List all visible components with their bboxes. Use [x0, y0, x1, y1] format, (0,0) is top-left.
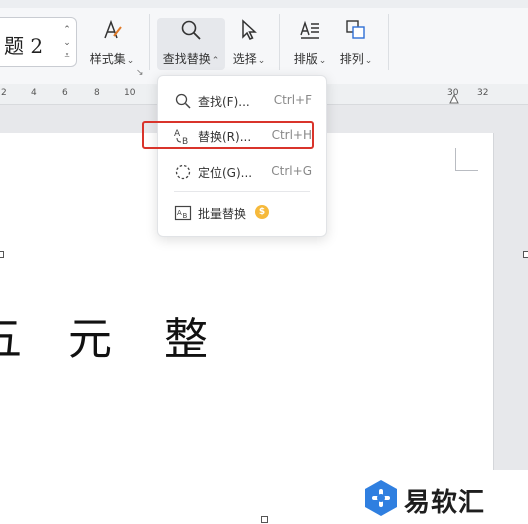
layout-label: 排版: [293, 52, 318, 66]
arrange-icon: [346, 20, 365, 39]
menu-divider: [174, 191, 310, 192]
menu-item-shortcut: Ctrl+G: [271, 164, 312, 178]
arrange-button[interactable]: 排列⌄: [336, 18, 376, 67]
ruler-tick-label: 32: [477, 88, 489, 98]
menu-item-batch-replace[interactable]: A B 批量替换 $: [158, 200, 326, 226]
dialog-launcher-icon[interactable]: ↘: [136, 68, 144, 78]
heading-style-box[interactable]: 题 2 ⌃ ⌄ ⩡: [0, 17, 77, 67]
svg-text:B: B: [183, 212, 188, 220]
resize-handle[interactable]: [0, 251, 4, 258]
locate-icon: [175, 164, 191, 180]
indent-marker-icon[interactable]: [449, 90, 459, 104]
cursor-arrow-icon: [242, 19, 257, 40]
select-button[interactable]: 选择⌄: [229, 18, 269, 67]
find-replace-label: 查找替换: [162, 52, 211, 66]
resize-handle[interactable]: [261, 516, 268, 523]
style-down-icon[interactable]: ⌄: [62, 37, 72, 50]
resize-handle[interactable]: [523, 251, 528, 258]
menu-item-label: 定位(G)...: [198, 166, 253, 180]
menu-item-label: 查找(F)...: [198, 95, 250, 109]
menu-item-label: 批量替换: [198, 207, 247, 221]
style-up-icon[interactable]: ⌃: [62, 24, 72, 37]
document-char: 元: [68, 314, 112, 365]
chevron-down-icon: ⌄: [126, 56, 135, 66]
page-margin-corner: [455, 148, 478, 171]
typeset-icon: [300, 20, 319, 39]
ruler-tick-label: 4: [31, 88, 37, 98]
divider: [149, 14, 150, 70]
premium-coin-icon: $: [255, 205, 269, 219]
ribbon-top-strip: [0, 0, 528, 8]
document-char: 整: [164, 314, 208, 365]
menu-item-find[interactable]: 查找(F)... Ctrl+F: [158, 88, 326, 114]
style-set-button[interactable]: 样式集⌄: [86, 18, 138, 67]
heading-style-text: 题 2: [4, 34, 44, 58]
style-set-label: 样式集: [89, 52, 126, 66]
search-icon: [181, 20, 201, 40]
ruler-tick-label: 6: [62, 88, 68, 98]
arrange-label: 排列: [339, 52, 364, 66]
watermark: 易软汇: [358, 470, 528, 524]
menu-item-goto[interactable]: 定位(G)... Ctrl+G: [158, 159, 326, 185]
svg-text:A: A: [177, 209, 182, 217]
batch-replace-icon: A B: [174, 205, 192, 221]
ruler-tick-label: 8: [94, 88, 100, 98]
layout-button[interactable]: 排版⌄: [290, 18, 330, 67]
style-spinner[interactable]: ⌃ ⌄ ⩡: [62, 24, 72, 63]
menu-item-shortcut: Ctrl+F: [273, 93, 312, 107]
annotation-highlight-box: [142, 121, 314, 149]
ribbon-toolbar: 题 2 ⌃ ⌄ ⩡ 样式集⌄ ↘ 查找替换⌃ 选择⌄ 排版⌄ 排列⌄: [0, 0, 528, 85]
chevron-up-icon: ⌃: [211, 56, 220, 66]
chevron-down-icon: ⌄: [257, 56, 266, 66]
divider: [388, 14, 389, 70]
style-more-icon[interactable]: ⩡: [62, 50, 72, 63]
select-label: 选择: [232, 52, 257, 66]
ruler-tick-label: 10: [124, 88, 136, 98]
style-set-icon: [104, 19, 122, 39]
divider: [279, 14, 280, 70]
chevron-down-icon: ⌄: [318, 56, 327, 66]
watermark-logo-icon: [365, 480, 397, 516]
find-replace-menu: 查找(F)... Ctrl+F A B 替换(R)... Ctrl+H 定位(G…: [157, 75, 327, 237]
search-icon: [175, 93, 191, 109]
ruler-tick-label: 2: [1, 88, 7, 98]
watermark-text: 易软汇: [404, 488, 486, 518]
find-replace-button[interactable]: 查找替换⌃: [157, 18, 225, 67]
document-char: 五: [0, 312, 22, 368]
chevron-down-icon: ⌄: [364, 56, 373, 66]
